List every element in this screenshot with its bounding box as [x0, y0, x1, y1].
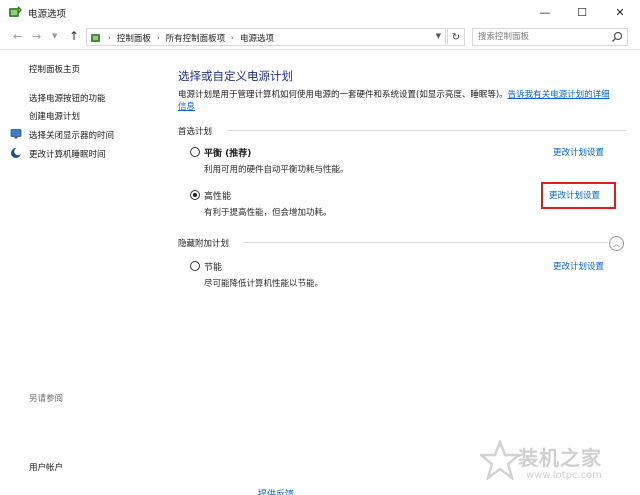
power-options-icon	[9, 6, 22, 17]
minimize-icon: —	[539, 5, 551, 19]
plan-description: 尽可能降低计算机性能以节能。	[204, 279, 324, 289]
section-divider	[228, 130, 626, 131]
change-plan-settings-link[interactable]: 更改计划设置	[553, 146, 604, 158]
hidden-plans-section: 隐藏附加计划	[178, 237, 608, 249]
section-title: 隐藏附加计划	[178, 239, 230, 249]
user-accounts-link[interactable]: 用户帐户	[29, 461, 63, 473]
search-icon[interactable]	[611, 31, 623, 43]
breadcrumb-item[interactable]: 控制面板	[117, 32, 151, 44]
preferred-plans-section: 首选计划	[178, 125, 626, 137]
close-button[interactable]: ✕	[600, 0, 640, 24]
breadcrumb: › 控制面板 › 所有控制面板项 › 电源选项	[108, 32, 274, 44]
refresh-icon: ↻	[451, 31, 461, 43]
plan-radio-balanced[interactable]	[190, 147, 200, 157]
change-plan-settings-link[interactable]: 更改计划设置	[553, 260, 604, 272]
minimize-button[interactable]: —	[525, 0, 565, 24]
plan-radio-power-saver[interactable]	[190, 261, 200, 271]
close-icon: ✕	[615, 5, 625, 19]
star-logo-icon	[480, 440, 520, 480]
breadcrumb-chevron-icon: ›	[108, 34, 111, 42]
address-bar[interactable]: › 控制面板 › 所有控制面板项 › 电源选项 ▼	[86, 28, 446, 46]
window-title: 电源选项	[28, 9, 67, 20]
forward-arrow-icon[interactable]: →	[32, 30, 41, 43]
navigation-bar: ← → ▼ ↑ › 控制面板 › 所有控制面板项 › 电源选项 ▼ ↻	[0, 24, 640, 50]
collapse-button[interactable]: ︿	[609, 236, 624, 251]
breadcrumb-chevron-icon[interactable]: ›	[157, 34, 160, 42]
breadcrumb-item[interactable]: 电源选项	[240, 32, 274, 44]
refresh-button[interactable]: ↻	[447, 28, 465, 46]
section-divider	[244, 242, 608, 243]
feedback-link[interactable]: 提供反馈	[258, 487, 294, 495]
plan-description: 有利于提高性能，但会增加功耗。	[204, 208, 332, 218]
control-panel-icon	[91, 34, 100, 42]
maximize-button[interactable]: ☐	[562, 0, 602, 24]
chevron-up-icon: ︿	[613, 239, 620, 248]
sidebar-item-display-off[interactable]: 选择关闭显示器的时间	[10, 129, 115, 141]
title-bar: 电源选项 — ☐ ✕	[0, 0, 640, 24]
sidebar-item-create-plan[interactable]: 创建电源计划	[29, 110, 80, 122]
breadcrumb-chevron-icon[interactable]: ›	[231, 34, 234, 42]
watermark-url: www.lotpc.com	[526, 470, 602, 481]
plan-name[interactable]: 平衡 (推荐)	[204, 146, 251, 159]
plan-name[interactable]: 高性能	[204, 189, 231, 202]
monitor-icon	[10, 129, 22, 139]
page-description: 电源计划是用于管理计算机如何使用电源的一套硬件和系统设置(如显示亮度、睡眠等)。…	[178, 89, 618, 113]
search-box[interactable]	[472, 28, 628, 46]
plan-radio-high-performance[interactable]	[190, 190, 200, 200]
highlight-box	[541, 182, 616, 209]
watermark-title: 装机之家	[518, 446, 602, 470]
maximize-icon: ☐	[577, 5, 587, 19]
section-title: 首选计划	[178, 127, 213, 137]
back-arrow-icon[interactable]: ←	[13, 30, 22, 43]
control-panel-home-link[interactable]: 控制面板主页	[29, 63, 80, 75]
sidebar-item-label: 更改计算机睡眠时间	[29, 150, 106, 160]
page-title: 选择或自定义电源计划	[178, 69, 293, 83]
plan-description: 利用可用的硬件自动平衡功耗与性能。	[204, 165, 349, 175]
breadcrumb-item[interactable]: 所有控制面板项	[166, 32, 226, 44]
search-input[interactable]	[473, 29, 603, 45]
moon-icon	[11, 147, 22, 158]
description-text: 电源计划是用于管理计算机如何使用电源的一套硬件和系统设置(如显示亮度、睡眠等)。	[178, 90, 508, 100]
address-dropdown-chevron-icon[interactable]: ▼	[436, 32, 441, 40]
see-also-heading: 另请参阅	[29, 394, 64, 404]
up-arrow-icon[interactable]: ↑	[69, 29, 79, 43]
sidebar-item-power-buttons[interactable]: 选择电源按钮的功能	[29, 92, 106, 104]
recent-locations-chevron-icon[interactable]: ▼	[52, 32, 57, 40]
sidebar-item-label: 选择关闭显示器的时间	[29, 131, 115, 141]
watermark: 装机之家 www.lotpc.com	[478, 436, 638, 492]
sidebar-item-sleep-time[interactable]: 更改计算机睡眠时间	[11, 147, 106, 160]
plan-name[interactable]: 节能	[204, 260, 222, 273]
